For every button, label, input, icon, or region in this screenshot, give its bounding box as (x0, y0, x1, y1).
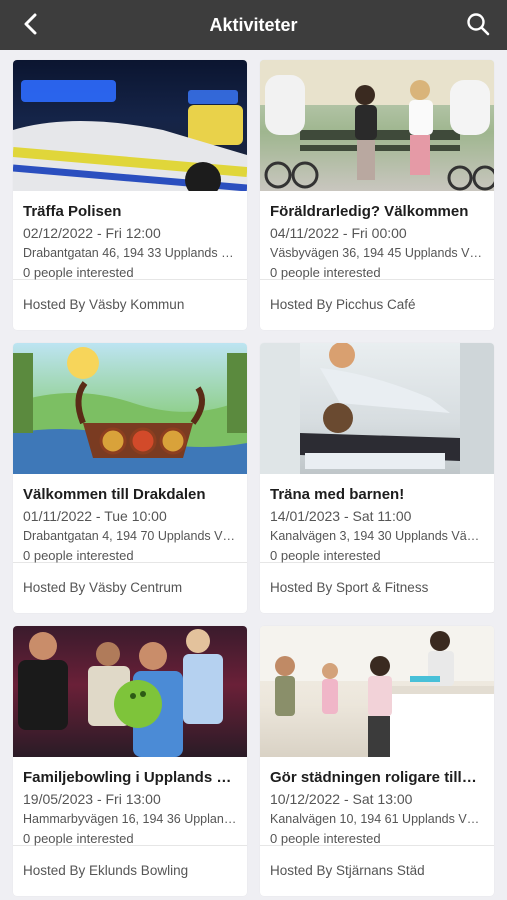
event-title: Familjebowling i Upplands Väsby (23, 769, 237, 786)
event-host: Hosted By Väsby Kommun (23, 297, 185, 312)
event-host: Hosted By Stjärnans Städ (270, 863, 425, 878)
top-bar: Aktiviteter (0, 0, 507, 50)
event-card[interactable]: Träffa Polisen 02/12/2022 - Fri 12:00 Dr… (13, 60, 247, 330)
page-title: Aktiviteter (209, 14, 298, 35)
event-address: Drabantgatan 46, 194 33 Upplands Väsby (23, 246, 237, 260)
event-title: Föräldrarledig? Välkommen (270, 203, 469, 220)
event-card[interactable]: Träna med barnen! 14/01/2023 - Sat 11:00… (260, 343, 494, 613)
event-date: 02/12/2022 - Fri 12:00 (23, 225, 161, 241)
event-image (260, 343, 494, 474)
search-icon (467, 13, 490, 36)
event-title: Välkommen till Drakdalen (23, 486, 206, 503)
event-host: Hosted By Eklunds Bowling (23, 863, 189, 878)
event-card[interactable]: Gör städningen roligare tillsammans 10/1… (260, 626, 494, 896)
event-date: 04/11/2022 - Fri 00:00 (270, 225, 407, 241)
event-host: Hosted By Picchus Café (270, 297, 416, 312)
event-title: Träna med barnen! (270, 486, 405, 503)
back-button[interactable] (16, 9, 46, 39)
event-image (13, 343, 247, 474)
event-host: Hosted By Väsby Centrum (23, 580, 183, 595)
event-date: 01/11/2022 - Tue 10:00 (23, 508, 167, 524)
chevron-left-icon (24, 13, 37, 35)
event-address: Drabantgatan 4, 194 70 Upplands Väsby (23, 529, 237, 543)
event-address: Kanalvägen 3, 194 30 Upplands Väsby (270, 529, 484, 543)
event-address: Kanalvägen 10, 194 61 Upplands Väsby (270, 812, 484, 826)
event-card[interactable]: Välkommen till Drakdalen 01/11/2022 - Tu… (13, 343, 247, 613)
event-host: Hosted By Sport & Fitness (270, 580, 429, 595)
event-address: Väsbyvägen 36, 194 45 Upplands Väsby (270, 246, 484, 260)
event-title: Träffa Polisen (23, 203, 122, 220)
search-button[interactable] (461, 7, 495, 41)
event-date: 14/01/2023 - Sat 11:00 (270, 508, 412, 524)
event-title: Gör städningen roligare tillsammans (270, 769, 484, 786)
event-image (13, 60, 247, 191)
event-date: 19/05/2023 - Fri 13:00 (23, 791, 161, 807)
event-card[interactable]: Familjebowling i Upplands Väsby 19/05/20… (13, 626, 247, 896)
event-image (13, 626, 247, 757)
event-date: 10/12/2022 - Sat 13:00 (270, 791, 413, 807)
event-card[interactable]: Föräldrarledig? Välkommen 04/11/2022 - F… (260, 60, 494, 330)
event-address: Hammarbyvägen 16, 194 36 Upplands Väsby (23, 812, 237, 826)
event-image (260, 626, 494, 757)
event-image (260, 60, 494, 191)
event-grid: Träffa Polisen 02/12/2022 - Fri 12:00 Dr… (0, 50, 507, 896)
